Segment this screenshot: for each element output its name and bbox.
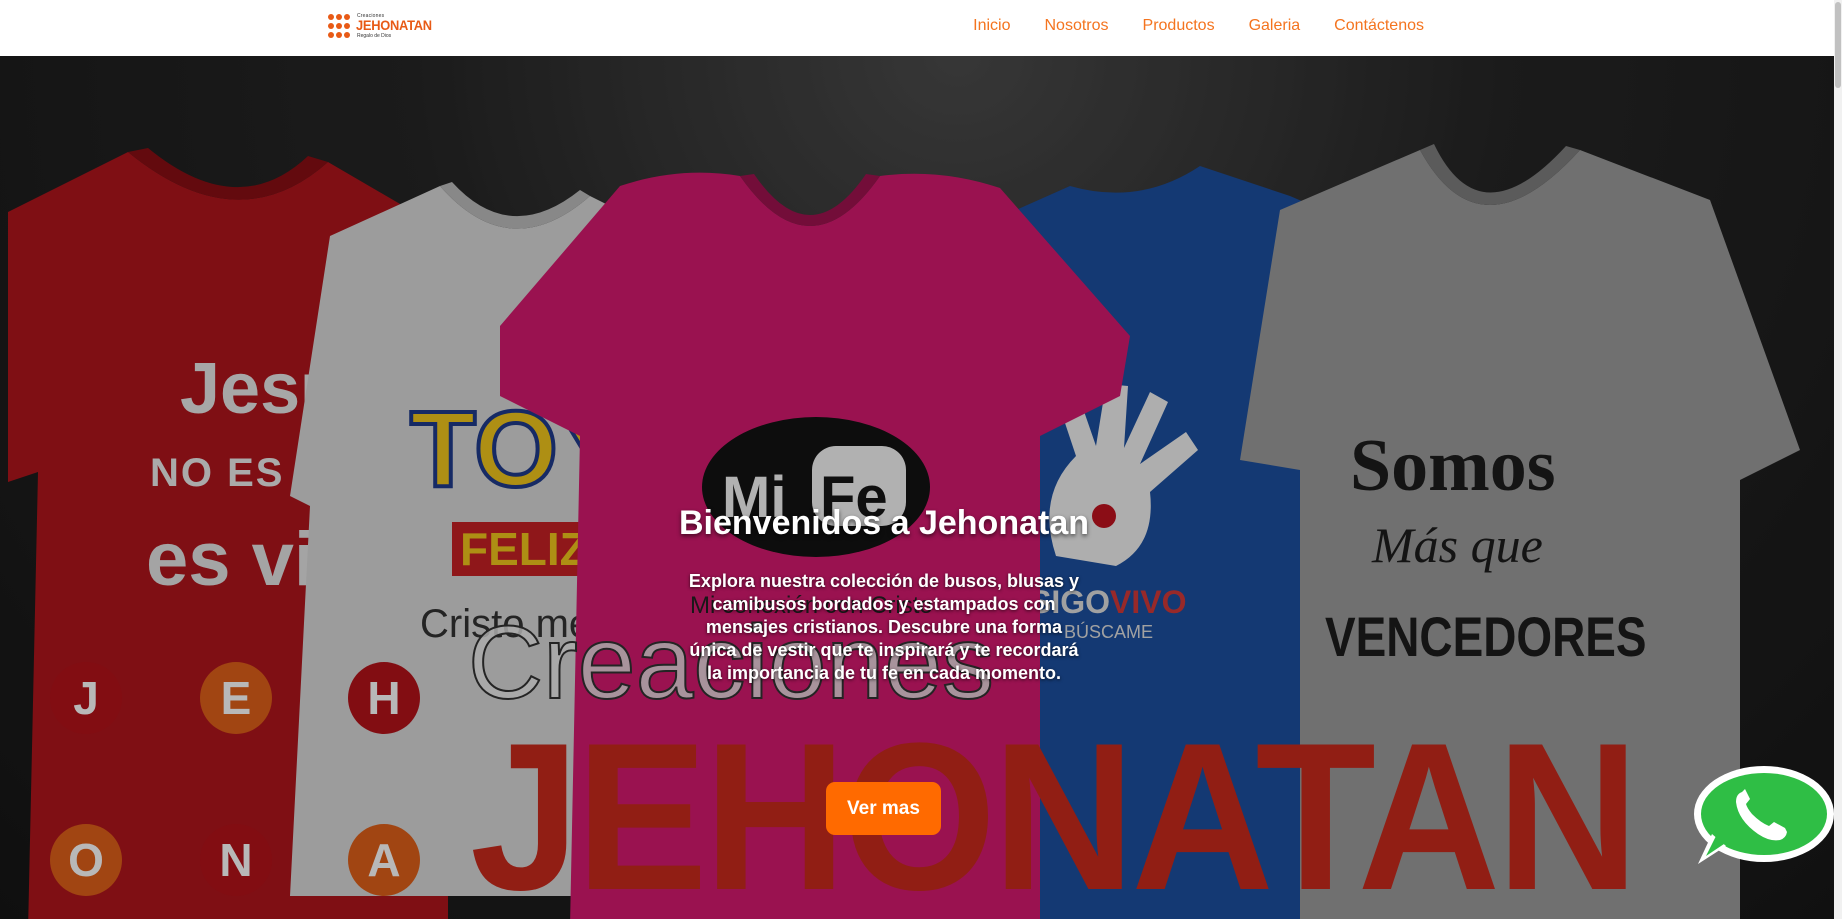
nav-link-productos[interactable]: Productos — [1143, 17, 1215, 35]
logo-sub-text: Regalo de Dios — [357, 33, 392, 39]
hero-title: Bienvenidos a Jehonatan — [679, 504, 1089, 542]
nav-link-nosotros[interactable]: Nosotros — [1045, 17, 1109, 35]
hero-description: Explora nuestra colección de busos, blus… — [688, 571, 1080, 683]
top-navbar: Creaciones JEHONATAN Regalo de Dios Inic… — [0, 0, 1842, 56]
nav-link-inicio[interactable]: Inicio — [973, 17, 1010, 35]
logo-dots-icon — [328, 14, 356, 38]
main-nav: Inicio Nosotros Productos Galeria Contác… — [973, 17, 1424, 35]
nav-link-contactenos[interactable]: Contáctenos — [1334, 17, 1424, 35]
scrollbar-thumb[interactable] — [1835, 2, 1841, 88]
hero-banner: Jesú NO ES RE es vida TOY FELIZ Cristo m… — [0, 56, 1842, 919]
brand-logo[interactable]: Creaciones JEHONATAN Regalo de Dios — [328, 12, 432, 40]
whatsapp-icon[interactable] — [1684, 764, 1836, 868]
page-scrollbar[interactable] — [1834, 0, 1842, 919]
logo-main-text: JEHONATAN — [356, 17, 432, 33]
nav-link-galeria[interactable]: Galeria — [1249, 17, 1301, 35]
ver-mas-button[interactable]: Ver mas — [826, 782, 941, 835]
